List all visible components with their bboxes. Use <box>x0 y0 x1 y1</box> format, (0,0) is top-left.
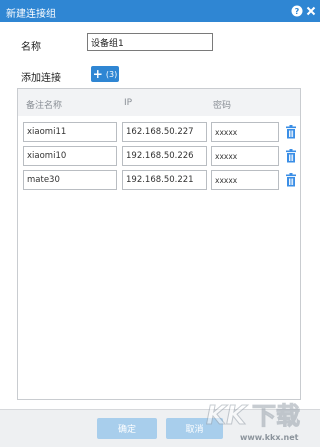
table-row <box>18 146 300 168</box>
watermark-logo: KK 下载 www.kkx.net <box>200 392 316 444</box>
svg-text:?: ? <box>294 7 299 16</box>
password-input[interactable] <box>211 146 279 166</box>
ok-button[interactable]: 确定 <box>97 418 157 439</box>
password-input[interactable] <box>211 170 279 190</box>
plus-icon: + <box>92 67 103 81</box>
group-name-input[interactable] <box>87 33 213 51</box>
connections-table: 备注名称 IP 密码 <box>17 88 301 400</box>
table-row <box>18 122 300 144</box>
dialog-title: 新建连接组 <box>6 9 56 20</box>
connection-count: (3) <box>105 69 118 79</box>
trash-icon[interactable] <box>285 125 297 139</box>
column-password: 密码 <box>213 101 232 111</box>
help-icon[interactable]: ? <box>290 4 303 17</box>
column-ip: IP <box>124 98 133 108</box>
name-label: 名称 <box>21 42 41 53</box>
table-header: 备注名称 IP 密码 <box>18 89 300 116</box>
add-connection-label: 添加连接 <box>21 73 61 84</box>
remark-name-input[interactable] <box>23 146 117 166</box>
ip-input[interactable] <box>122 170 207 190</box>
remark-name-input[interactable] <box>23 170 117 190</box>
table-row <box>18 170 300 192</box>
dialog-titlebar: 新建连接组 ? <box>0 0 320 22</box>
ip-input[interactable] <box>122 122 207 142</box>
column-remark-name: 备注名称 <box>26 101 63 111</box>
ip-input[interactable] <box>122 146 207 166</box>
remark-name-input[interactable] <box>23 122 117 142</box>
trash-icon[interactable] <box>285 173 297 187</box>
close-icon[interactable] <box>304 4 317 17</box>
password-input[interactable] <box>211 122 279 142</box>
svg-text:KK: KK <box>206 401 248 431</box>
svg-text:下载: 下载 <box>252 402 300 430</box>
watermark-url: www.kkx.net <box>240 433 299 442</box>
add-connection-button[interactable]: + (3) <box>91 66 119 82</box>
trash-icon[interactable] <box>285 149 297 163</box>
